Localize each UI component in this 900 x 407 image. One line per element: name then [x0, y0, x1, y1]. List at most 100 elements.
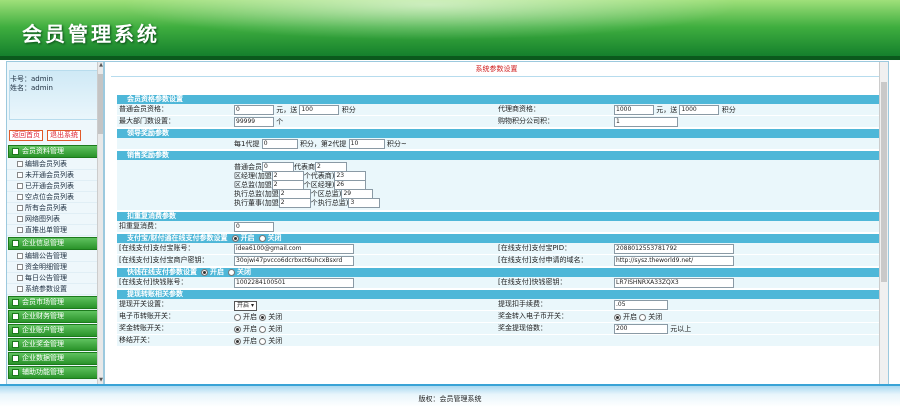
sidebar-category[interactable]: 会员资料管理: [8, 145, 102, 158]
buy-company-input[interactable]: 1: [614, 117, 678, 127]
kuaiqian-section-title: 快钱在线支付参数设置: [127, 268, 197, 276]
sidebar-item[interactable]: 未开通会员列表: [7, 170, 103, 181]
agent-points-unit: 积分: [721, 106, 736, 114]
app-title: 会员管理系统: [22, 22, 160, 46]
section-sales-reward: 销售奖励参数: [117, 151, 879, 160]
user-id: 卡号：admin: [10, 75, 53, 83]
sidebar-item[interactable]: 每日公告管理: [7, 273, 103, 284]
max-dept-unit: 个: [276, 118, 284, 126]
bonus-switch-label: 奖金转账开关：: [119, 324, 168, 332]
bonus-to-ecash-on-label: 开启: [623, 313, 637, 321]
bullet-icon: [17, 172, 23, 178]
alipay-pid-label: [在线支付]支付宝PID：: [498, 244, 572, 252]
bonus-on-label: 开启: [243, 325, 257, 333]
bonus-to-ecash-off-radio[interactable]: [639, 313, 647, 321]
regular-points-input[interactable]: 100: [299, 105, 340, 115]
buy-company-label: 购物积分公司积：: [498, 117, 554, 125]
alipay-domain-input[interactable]: http://sysz.theworld9.net/: [614, 256, 734, 266]
sales-level-input[interactable]: 2: [278, 198, 311, 208]
folder-icon: [12, 355, 19, 362]
sales-reward-input[interactable]: 3: [348, 198, 381, 208]
section-repeat-consumption: 扣重复消费参数: [117, 212, 879, 221]
leader-gen2-input[interactable]: 10: [348, 139, 385, 149]
sidebar-item[interactable]: 直推出单管理: [7, 225, 103, 236]
alipay-off-radio[interactable]: [258, 234, 266, 242]
sales-unit-label: 代表商: [294, 163, 315, 171]
alipay-on-radio[interactable]: [231, 234, 239, 242]
alipay-section-title: 支付宝/财付通在线支付参数设置: [127, 234, 228, 242]
sidebar-item-label: 每日公告管理: [25, 274, 67, 282]
row-alipay-2: [在线支付]支付宝商户密钥： 30ojwi47pvcco6dcrbxct6uhc…: [117, 255, 879, 267]
alipay-domain-label: [在线支付]支付申请的域名：: [498, 256, 588, 264]
folder-icon: [12, 240, 19, 247]
sales-level-label: 区总监(加盟: [234, 181, 272, 189]
regular-fee-unit: 元，送: [276, 106, 298, 114]
withdraw-switch-select[interactable]: 开启 ▾: [234, 301, 257, 311]
bonus-off-radio[interactable]: [259, 325, 267, 333]
chevron-down-icon: ▾: [250, 302, 254, 309]
leader-gen1-input[interactable]: 0: [261, 139, 298, 149]
sidebar-item[interactable]: 资金明细管理: [7, 262, 103, 273]
sidebar-item[interactable]: 系统参数设置: [7, 284, 103, 295]
folder-icon: [12, 369, 19, 376]
withdraw-switch-label: 提现开关设置：: [119, 300, 168, 308]
bullet-icon: [17, 194, 23, 200]
alipay-pid-input[interactable]: 2088012553781792: [614, 244, 734, 254]
sidebar-category[interactable]: 企业信息管理: [8, 237, 102, 250]
bullet-icon: [17, 161, 23, 167]
regular-fee-input[interactable]: 0: [234, 105, 274, 115]
agent-fee-label: 代理商资格：: [498, 105, 540, 113]
ecash-off-label: 关闭: [268, 313, 283, 321]
sidebar-item-label: 已开通会员列表: [25, 182, 74, 190]
folder-icon: [12, 341, 19, 348]
sidebar-category[interactable]: 企业账户管理: [8, 324, 102, 337]
sales-level-label: 普通会员: [234, 163, 262, 171]
sales-unit-label: 个执行总监): [310, 199, 349, 207]
bonus-on-radio[interactable]: [234, 325, 241, 333]
sidebar-scrollbar[interactable]: ▲ ▼: [97, 62, 103, 384]
section-member-fee: 会员资格参数设置: [117, 95, 879, 104]
agent-fee-input[interactable]: 1000: [614, 105, 654, 115]
alipay-account-input[interactable]: idea6100@gmail.com: [234, 244, 354, 254]
sidebar-item[interactable]: 网络图列表: [7, 214, 103, 225]
sidebar-item[interactable]: 已开通会员列表: [7, 181, 103, 192]
section-withdraw: 提现转账相关参数: [117, 290, 879, 299]
settings-form: 会员资格参数设置 普通会员资格： 0 元，送 100 积分 代理商资格： 100…: [117, 94, 879, 347]
sidebar-item[interactable]: 所有会员列表: [7, 203, 103, 214]
kq-key-input[interactable]: LR7ISHNRXA33ZQX3: [614, 278, 734, 288]
shift-off-radio[interactable]: [259, 337, 267, 345]
home-button[interactable]: 返回首页: [9, 130, 43, 141]
kq-account-input[interactable]: 1002284100501: [234, 278, 354, 288]
sidebar-item[interactable]: 编辑会员列表: [7, 159, 103, 170]
sidebar-category[interactable]: 企业数据管理: [8, 352, 102, 365]
sidebar-item[interactable]: 空点位会员列表: [7, 192, 103, 203]
main-scrollbar[interactable]: [879, 62, 888, 384]
sidebar-item[interactable]: 编辑公告管理: [7, 251, 103, 262]
alipay-key-input[interactable]: 30ojwi47pvcco6dcrbxct6uhcxBsxrd: [234, 256, 354, 266]
agent-points-input[interactable]: 1000: [679, 105, 720, 115]
bonus-multiple-input[interactable]: 200: [614, 324, 668, 334]
row-kuaiqian: [在线支付]快钱账号： 1002284100501 [在线支付]快钱密钥： LR…: [117, 277, 879, 289]
sidebar-category[interactable]: 企业财务管理: [8, 310, 102, 323]
bonus-to-ecash-on-radio[interactable]: [614, 313, 621, 321]
logout-button[interactable]: 退出系统: [47, 130, 81, 141]
banner-divider: [0, 56, 900, 60]
sidebar-item-label: 编辑公告管理: [25, 252, 67, 260]
row-fees: 普通会员资格： 0 元，送 100 积分 代理商资格： 1000 元，送 100…: [117, 104, 879, 116]
main-scroll-thumb[interactable]: [881, 82, 887, 282]
sidebar-item-label: 未开通会员列表: [25, 171, 74, 179]
bullet-icon: [17, 253, 23, 259]
ecash-on-radio[interactable]: [234, 313, 241, 321]
repeat-input[interactable]: 0: [234, 222, 274, 232]
sidebar-category[interactable]: 会员市场管理: [8, 296, 102, 309]
kuaiqian-off-radio[interactable]: [228, 268, 235, 276]
ecash-off-radio[interactable]: [259, 313, 267, 321]
withdraw-fee-input[interactable]: .05: [614, 300, 668, 310]
kuaiqian-on-radio[interactable]: [201, 268, 208, 276]
sales-level-label: 区经理(加盟: [234, 172, 272, 180]
max-dept-input[interactable]: 99999: [234, 117, 274, 127]
sidebar-category[interactable]: 企业奖金管理: [8, 338, 102, 351]
shift-on-radio[interactable]: [234, 337, 241, 345]
bullet-icon: [17, 227, 23, 233]
sidebar-category[interactable]: 辅助功能管理: [8, 366, 102, 379]
